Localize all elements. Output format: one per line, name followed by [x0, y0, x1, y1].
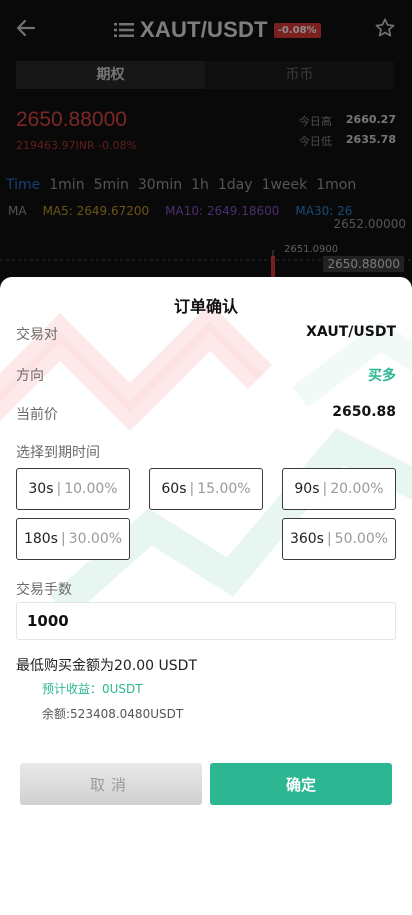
option-percent: 15.00% — [197, 481, 251, 497]
option-separator: | — [60, 531, 66, 547]
sheet-title: 订单确认 — [173, 297, 238, 316]
current-price-label: 当前价 — [16, 407, 58, 423]
expiry-option-30s[interactable]: 30s | 10.00% — [16, 468, 130, 510]
min-purchase-text: 最低购买金额为20.00 USDT — [16, 658, 197, 674]
amount-label: 交易手数 — [16, 582, 72, 598]
expiry-option-90s[interactable]: 90s | 20.00% — [282, 468, 396, 510]
expiry-label: 选择到期时间 — [16, 445, 100, 461]
option-seconds: 60s — [161, 481, 187, 497]
confirm-button[interactable]: 确定 — [210, 763, 392, 805]
expected-income-text: 预计收益：0USDT — [42, 682, 143, 696]
option-percent: 30.00% — [68, 531, 123, 547]
expiry-option-180s[interactable]: 180s | 30.00% — [16, 518, 130, 560]
option-seconds: 30s — [28, 481, 54, 497]
direction-value: 买多 — [368, 368, 396, 384]
expiry-option-60s[interactable]: 60s | 15.00% — [149, 468, 263, 510]
option-seconds: 180s — [23, 531, 58, 547]
direction-label: 方向 — [16, 368, 44, 384]
current-price-value: 2650.88 — [332, 404, 396, 420]
option-separator: | — [56, 481, 62, 497]
option-seconds: 90s — [294, 481, 320, 497]
order-confirm-sheet: 订单确认 交易对 XAUT/USDT 方向 买多 当前价 2650.88 选择到… — [0, 277, 412, 915]
amount-input[interactable] — [16, 602, 396, 640]
option-separator: | — [326, 531, 332, 547]
pair-value: XAUT/USDT — [306, 324, 396, 340]
pair-label: 交易对 — [16, 327, 58, 343]
option-percent: 20.00% — [330, 481, 384, 497]
expiry-option-360s[interactable]: 360s | 50.00% — [282, 518, 396, 560]
option-percent: 10.00% — [64, 481, 118, 497]
balance-text: 余额:523408.0480USDT — [42, 707, 184, 721]
option-separator: | — [322, 481, 328, 497]
option-separator: | — [189, 481, 195, 497]
option-percent: 50.00% — [334, 531, 389, 547]
option-seconds: 360s — [289, 531, 324, 547]
cancel-button[interactable]: 取消 — [20, 763, 202, 805]
